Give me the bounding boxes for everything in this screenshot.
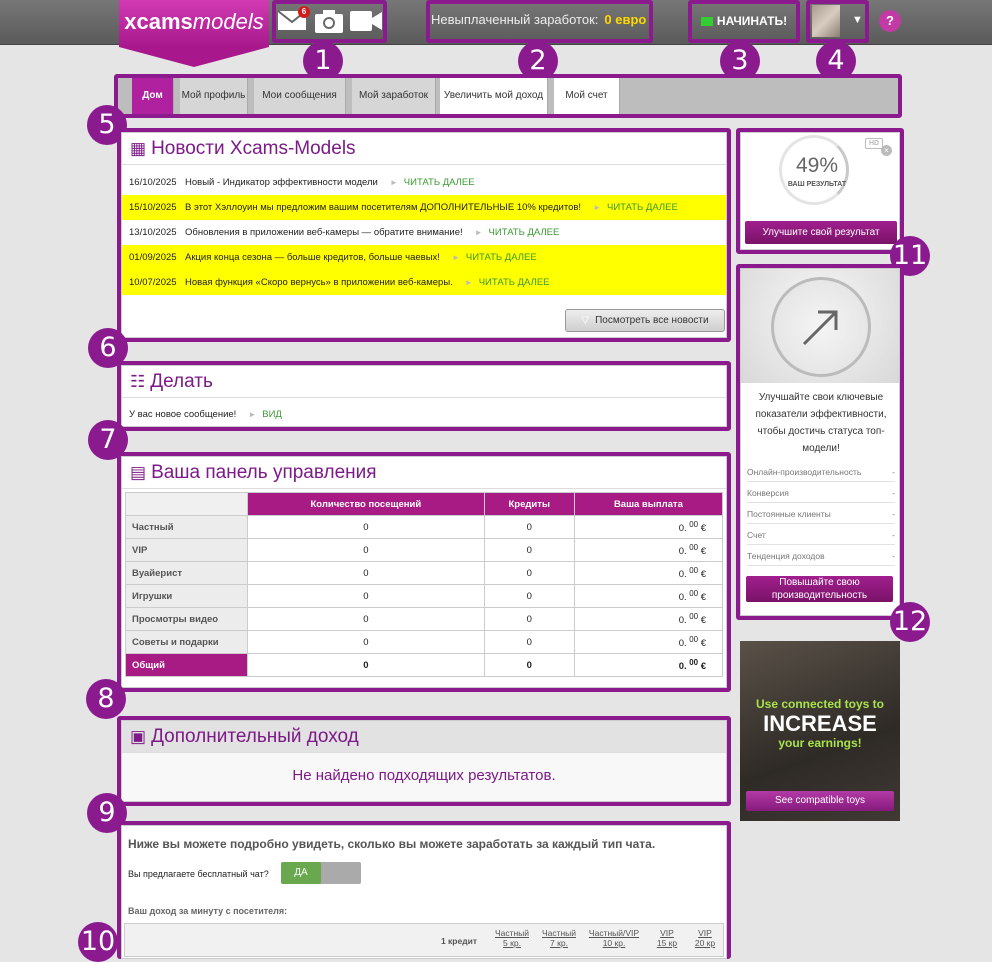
callout-frame-5: [114, 74, 902, 118]
callout-frame-3: [688, 0, 800, 43]
logo-tab: [119, 47, 269, 67]
help-icon[interactable]: ?: [879, 10, 901, 32]
callout-number: 8: [86, 679, 126, 719]
callout-frame-11: [736, 128, 904, 254]
callout-frame-4: [806, 0, 869, 43]
ad-line-2: INCREASE: [763, 711, 877, 736]
ad-line-3: your earnings!: [778, 736, 862, 750]
logo[interactable]: xcamsmodels: [119, 0, 269, 47]
callout-number: 10: [78, 922, 118, 962]
callout-frame-7: [117, 361, 731, 431]
toys-ad-banner[interactable]: Use connected toys to INCREASE your earn…: [740, 641, 900, 821]
callout-frame-12: [736, 264, 904, 620]
callout-frame-6: [117, 128, 731, 342]
callout-frame-2: [426, 0, 653, 43]
callout-number: 12: [890, 602, 930, 642]
callout-frame-9: [117, 716, 731, 806]
see-toys-button[interactable]: See compatible toys: [746, 791, 894, 811]
callout-frame-8: [117, 452, 731, 692]
ad-line-1: Use connected toys to: [755, 697, 885, 711]
callout-frame-1: [272, 0, 387, 43]
callout-frame-10: [117, 821, 731, 959]
